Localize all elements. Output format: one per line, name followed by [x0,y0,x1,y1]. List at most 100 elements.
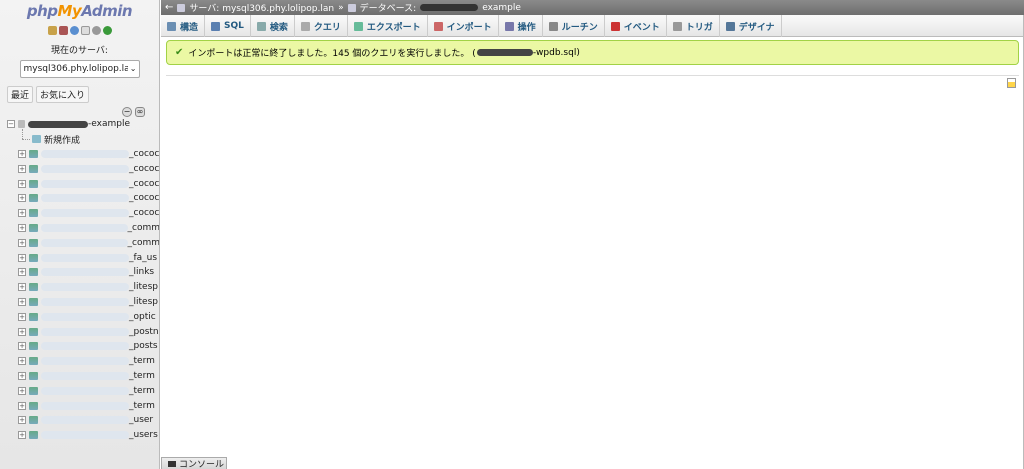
tab-routines[interactable]: ルーチン [543,15,605,37]
tab-label: 操作 [517,22,536,33]
new-table-row[interactable]: 新規作成 [0,128,159,147]
back-arrow-icon[interactable]: ← [165,2,173,13]
nav-icon-row [0,26,159,38]
expand-icon[interactable]: + [18,297,26,306]
table-row[interactable]: + _term [0,369,159,384]
tab-designer[interactable]: デザイナ [720,15,782,37]
tab-import[interactable]: インポート [428,15,499,37]
home-icon[interactable] [47,26,57,35]
expand-icon[interactable]: + [18,416,26,425]
table-row[interactable]: + _litesp [0,295,159,310]
new-table-icon [32,135,41,144]
tab-export[interactable]: エクスポート [348,15,428,37]
table-row[interactable]: + _cococ [0,176,159,191]
table-row[interactable]: + _user [0,413,159,428]
table-icon [29,238,38,247]
reload-icon[interactable] [102,26,112,35]
docs-icon[interactable] [80,26,90,35]
expand-icon[interactable]: + [18,357,26,366]
breadcrumb-db-suffix[interactable]: example [482,3,521,13]
table-name-suffix: _links [129,267,155,278]
expand-icon[interactable]: + [18,238,26,247]
tab-structure[interactable]: 構造 [161,15,206,37]
expand-icon[interactable]: + [18,431,26,440]
table-row[interactable]: + _litesp [0,280,159,295]
routines-icon [548,21,558,31]
table-row[interactable]: + _fa_us [0,250,159,265]
expand-icon[interactable]: + [18,401,26,410]
table-icon [29,431,38,440]
tab-search[interactable]: 検索 [251,15,295,37]
expand-icon[interactable]: + [18,253,26,262]
table-name-suffix: _litesp [129,296,158,307]
table-row[interactable]: + _optic [0,309,159,324]
navigation-panel: phpMyAdmin 現在のサーバ: mysql306.phy.lolipop.… [0,0,160,469]
nav-tabs: 最近 お気に入り [7,86,159,103]
collapse-icon[interactable]: − [7,120,15,129]
table-name-suffix: _fa_us [129,252,158,263]
expand-icon[interactable]: + [18,283,26,292]
collapse-all-icon[interactable]: − [122,107,132,117]
link-icon[interactable]: ∞ [135,107,145,117]
server-select-value: mysql306.phy.lolipop.lan [23,64,136,74]
settings-icon[interactable] [91,26,101,35]
redacted-text [28,120,88,128]
help-icon[interactable] [69,26,79,35]
expand-icon[interactable]: + [18,164,26,173]
expand-icon[interactable]: + [18,312,26,321]
expand-icon[interactable]: + [18,342,26,351]
import-icon [433,21,443,31]
new-table-label: 新規作成 [44,135,81,146]
table-row[interactable]: + _cococ [0,206,159,221]
expand-icon[interactable]: + [18,194,26,203]
tab-operations[interactable]: 操作 [499,15,543,37]
expand-icon[interactable]: + [18,371,26,380]
tab-triggers[interactable]: トリガ [667,15,720,37]
table-row[interactable]: + _comm [0,221,159,236]
success-message: ✔ インポートは正常に終了しました。145 個のクエリを実行しました。 ( -w… [166,40,1019,65]
table-name-suffix: _user [129,415,154,426]
table-row[interactable]: + _links [0,265,159,280]
breadcrumb-db-label: データベース: [359,4,417,14]
database-name-suffix: -example [88,119,130,130]
expand-icon[interactable]: + [18,386,26,395]
success-file: -wpdb.sql) [532,47,580,58]
favorites-tab[interactable]: お気に入り [36,86,90,103]
recent-tab[interactable]: 最近 [7,86,34,103]
expand-icon[interactable]: + [18,179,26,188]
operations-icon [504,21,514,31]
expand-icon[interactable]: + [18,149,26,158]
table-row[interactable]: + _cococ [0,161,159,176]
table-row[interactable]: + _cococ [0,191,159,206]
expand-icon[interactable]: + [18,327,26,336]
table-row[interactable]: + _term [0,354,159,369]
breadcrumb-server[interactable]: サーバ: mysql306.phy.lolipop.lan [189,1,334,14]
table-row[interactable]: + _cococ [0,147,159,162]
phpmyadmin-logo[interactable]: phpMyAdmin [0,0,159,22]
page-settings-icon[interactable] [1007,78,1016,88]
database-tree: − -example 新規作成 + _cococ + _cococ + _cococ + _c… [0,117,159,443]
server-select[interactable]: mysql306.phy.lolipop.lan ⌄ [19,60,140,78]
tab-query[interactable]: クエリ [295,15,348,37]
tab-label: SQL [224,21,244,31]
table-row[interactable]: + _posts [0,339,159,354]
table-row[interactable]: + _term [0,383,159,398]
table-row[interactable]: + _postn [0,324,159,339]
table-icon [29,312,38,321]
tab-label: クエリ [313,22,341,33]
expand-icon[interactable]: + [18,209,26,218]
blurred-text [41,283,129,292]
table-row[interactable]: + _users [0,428,159,443]
table-name-suffix: _term [129,356,155,367]
blurred-text [41,312,129,321]
logout-icon[interactable] [58,26,68,35]
tab-events[interactable]: イベント [605,15,667,37]
tab-sql[interactable]: SQL [205,15,251,37]
expand-icon[interactable]: + [18,223,26,232]
structure-icon [167,21,176,31]
table-row[interactable]: + _term [0,398,159,413]
console-toggle[interactable]: コンソール [161,457,227,469]
table-row[interactable]: + _comm [0,235,159,250]
expand-icon[interactable]: + [18,268,26,277]
database-row[interactable]: − -example [0,117,159,132]
